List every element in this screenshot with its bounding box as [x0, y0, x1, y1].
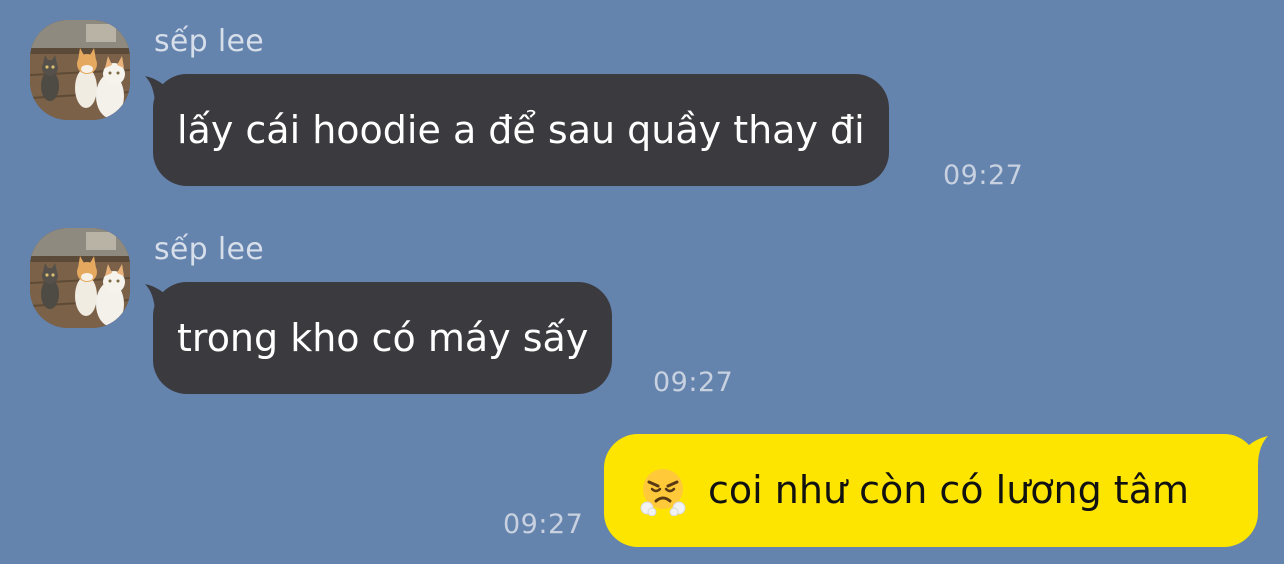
face-with-steam-from-nose-icon	[638, 466, 688, 516]
message-timestamp: 09:27	[943, 160, 1024, 191]
message-text: trong kho có máy sấy	[177, 316, 589, 360]
incoming-message-bubble[interactable]: lấy cái hoodie a để sau quầy thay đi	[145, 74, 889, 186]
message-timestamp: 09:27	[503, 509, 584, 540]
cat-photo-avatar	[30, 228, 130, 328]
incoming-message-bubble[interactable]: trong kho có máy sấy	[145, 282, 613, 394]
sender-avatar[interactable]	[30, 20, 130, 120]
message-text: lấy cái hoodie a để sau quầy thay đi	[177, 108, 865, 152]
message-timestamp: 09:27	[653, 367, 734, 398]
bubble-tail-icon	[145, 76, 177, 106]
sender-avatar[interactable]	[30, 228, 130, 328]
message-text: coi như còn có lương tâm	[708, 468, 1190, 512]
cat-photo-avatar	[30, 20, 130, 120]
outgoing-message-bubble[interactable]: coi như còn có lương tâm	[604, 434, 1268, 547]
sender-name: sếp lee	[154, 232, 265, 267]
chat-message-list[interactable]: sếp lee lấy cái hoodie a để sau quầy tha…	[0, 0, 1284, 564]
sender-name: sếp lee	[154, 24, 265, 59]
bubble-tail-icon	[1236, 436, 1268, 466]
bubble-tail-icon	[145, 284, 177, 314]
